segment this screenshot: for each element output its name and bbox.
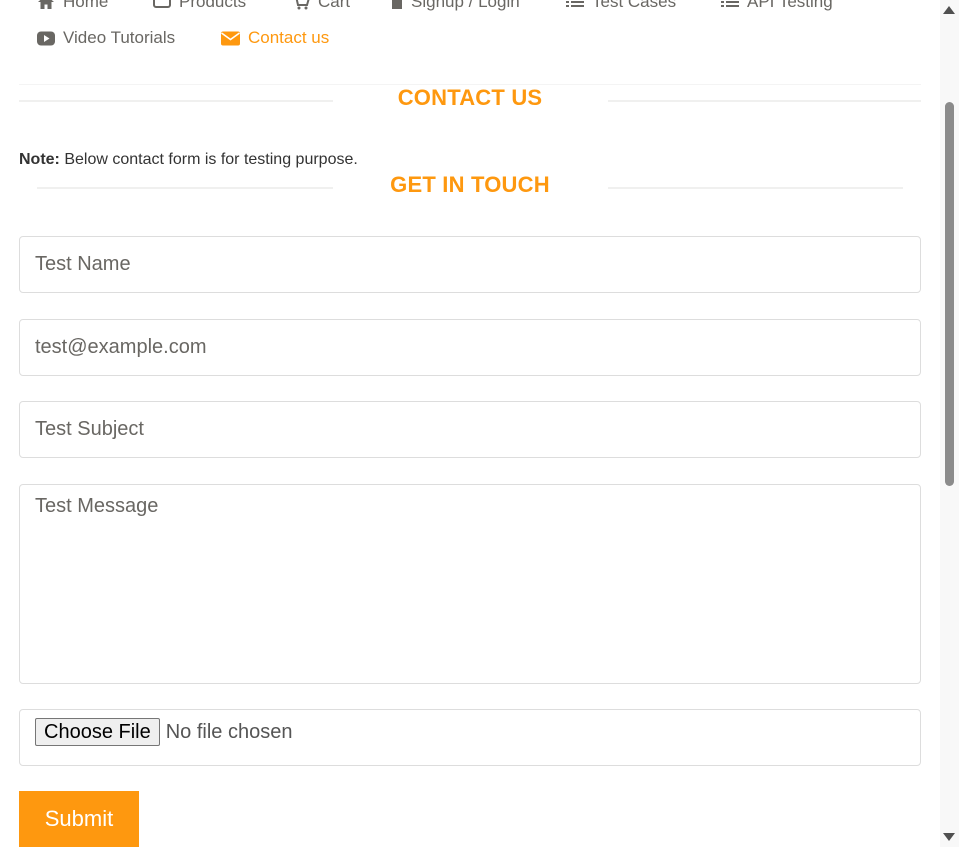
nav-test-cases[interactable]: Test Cases — [566, 0, 676, 12]
products-icon — [153, 0, 171, 8]
nav-products[interactable]: Products — [153, 0, 246, 12]
envelope-icon — [221, 31, 240, 45]
message-textarea[interactable]: Test Message — [19, 484, 921, 684]
list-icon — [566, 1, 584, 7]
nav-video-tutorials-label: Video Tutorials — [63, 28, 176, 47]
nav-signup-login[interactable]: Signup / Login — [391, 0, 520, 12]
contact-page: Home Products Cart Signup / Login Test C… — [0, 0, 940, 847]
note-text: Below contact form is for testing purpos… — [59, 151, 358, 168]
file-status: No file chosen — [165, 720, 293, 743]
page-title: CONTACT US — [397, 85, 543, 110]
home-icon — [38, 0, 54, 9]
nav-api-testing-label: API Testing — [747, 0, 833, 11]
scroll-up-arrow-icon[interactable] — [943, 6, 955, 14]
nav-home[interactable]: Home — [37, 0, 108, 12]
nav-contact-us[interactable]: Contact us — [221, 28, 329, 48]
lock-icon — [392, 0, 402, 9]
form-title: GET IN TOUCH — [390, 172, 550, 197]
nav-cart[interactable]: Cart — [292, 0, 350, 12]
form-note: Note: Below contact form is for testing … — [19, 151, 358, 169]
nav-video-tutorials[interactable]: Video Tutorials — [37, 28, 175, 48]
subject-input[interactable]: Test Subject — [19, 401, 921, 458]
scrollbar-thumb[interactable] — [945, 102, 954, 486]
form-title-line-right — [608, 187, 903, 189]
cart-icon — [295, 0, 310, 10]
vertical-scrollbar[interactable] — [940, 0, 959, 847]
youtube-icon — [37, 31, 55, 45]
note-label: Note: — [19, 151, 60, 168]
file-upload-field: Choose File No file chosen — [19, 709, 921, 766]
nav-cart-label: Cart — [318, 0, 351, 11]
list-icon — [721, 1, 739, 7]
nav-test-cases-label: Test Cases — [592, 0, 677, 11]
email-input[interactable]: test@example.com — [19, 319, 921, 376]
nav-api-testing[interactable]: API Testing — [721, 0, 833, 12]
title-line-left — [19, 100, 333, 102]
nav-signup-login-label: Signup / Login — [411, 0, 520, 11]
nav-contact-us-label: Contact us — [248, 28, 330, 47]
nav-products-label: Products — [179, 0, 247, 11]
submit-button[interactable]: Submit — [19, 791, 139, 847]
nav-home-label: Home — [63, 0, 109, 11]
form-title-line-left — [37, 187, 333, 189]
scroll-down-arrow-icon[interactable] — [943, 833, 955, 841]
choose-file-button[interactable]: Choose File — [35, 718, 160, 746]
name-input[interactable]: Test Name — [19, 236, 921, 293]
title-line-right — [608, 100, 921, 102]
